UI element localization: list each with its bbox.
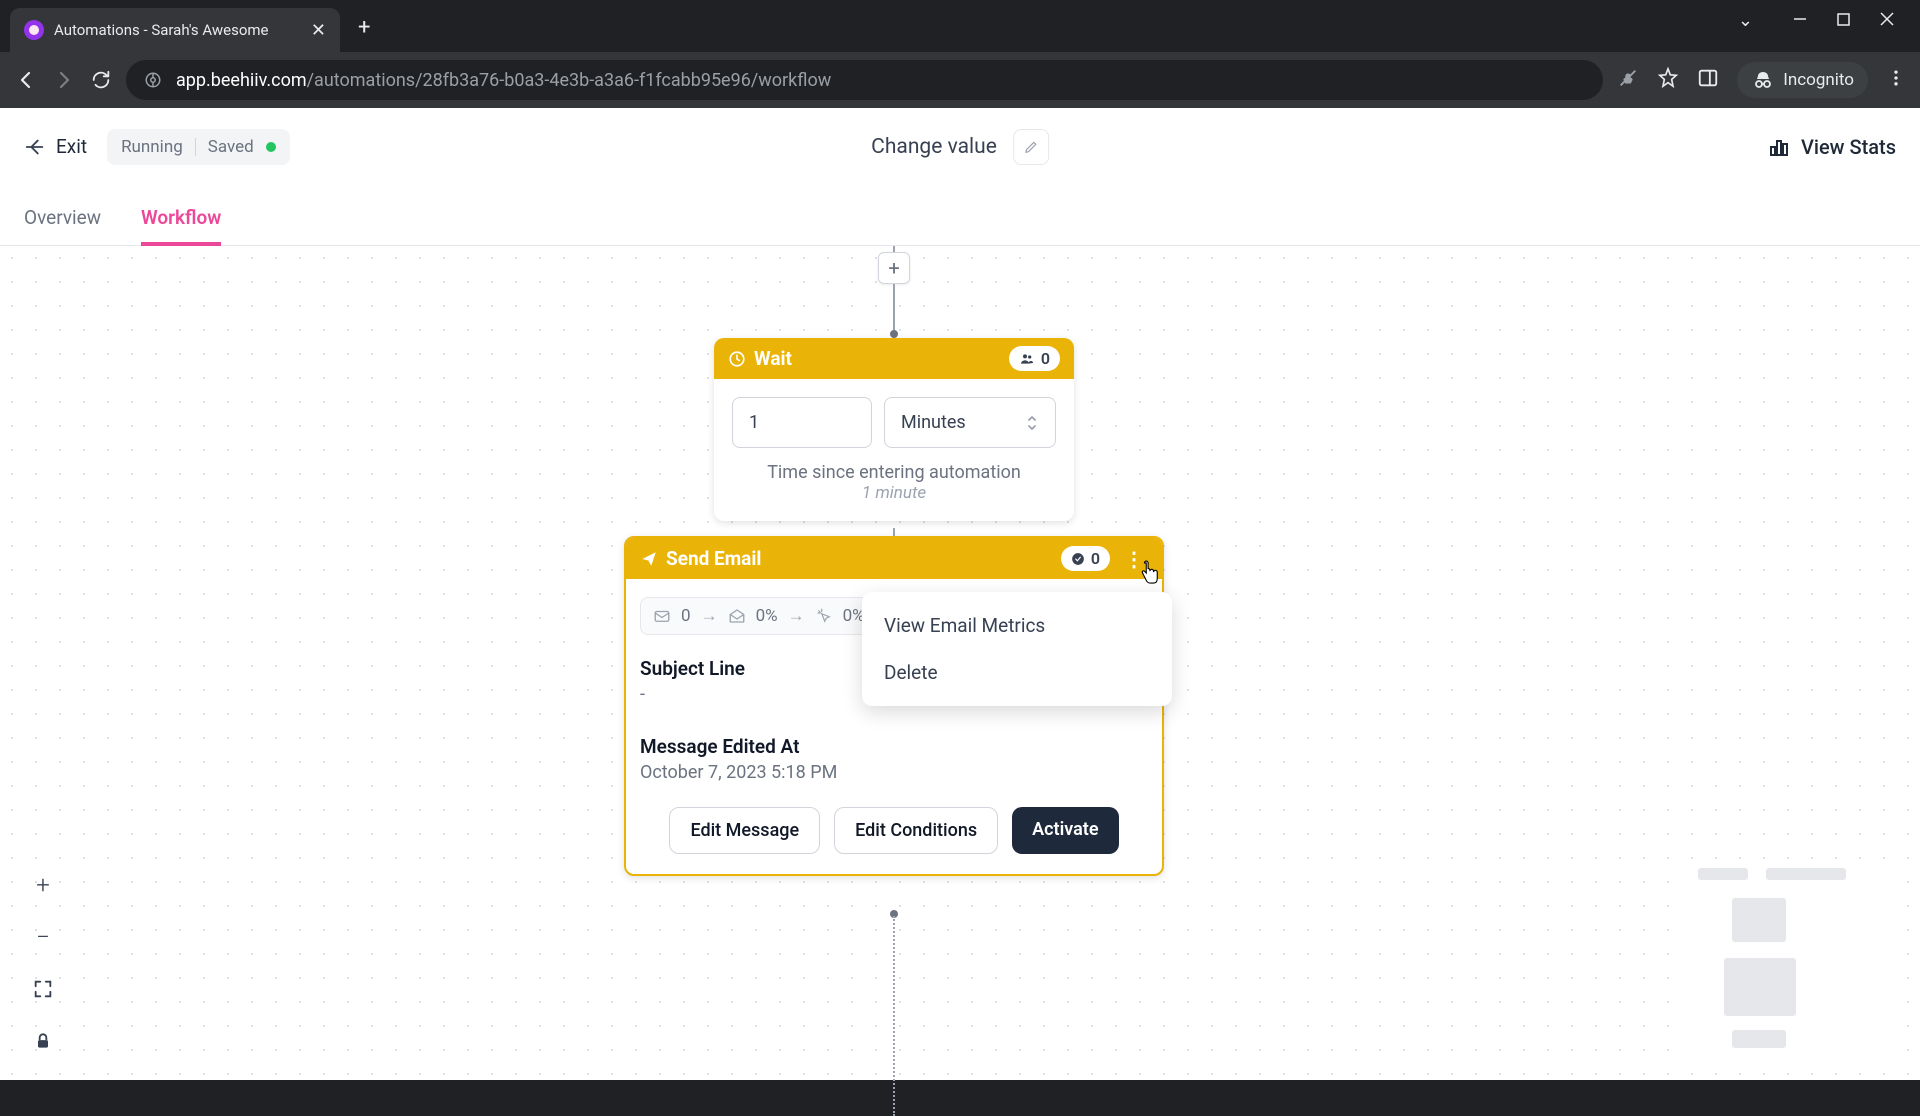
minimap-node <box>1732 1030 1786 1048</box>
edit-message-button[interactable]: Edit Message <box>669 807 820 854</box>
wait-node-title: Wait <box>754 347 792 370</box>
minimap-node <box>1698 868 1748 880</box>
edited-at-label: Message Edited At <box>640 735 1148 758</box>
incognito-label: Incognito <box>1783 70 1854 90</box>
minimap-node <box>1724 958 1796 1016</box>
wait-node[interactable]: Wait 0 1 Minutes Time since entering aut… <box>714 338 1074 521</box>
node-connector-dot <box>890 330 898 338</box>
tab-favicon <box>24 20 44 40</box>
exit-button[interactable]: Exit <box>24 135 87 158</box>
bookmark-icon[interactable] <box>1657 67 1679 93</box>
back-button[interactable] <box>14 68 38 92</box>
minimap-node <box>1732 898 1786 942</box>
arrow-icon: → <box>701 606 718 626</box>
connector-line <box>893 284 895 334</box>
zoom-out-button[interactable]: − <box>24 918 62 956</box>
new-tab-button[interactable]: + <box>358 15 370 40</box>
wait-unit-value: Minutes <box>901 412 966 433</box>
arrow-left-icon <box>24 136 46 158</box>
wait-detail: 1 minute <box>732 483 1056 503</box>
status-pill: Running Saved <box>107 129 290 165</box>
status-divider <box>195 138 196 156</box>
envelope-open-icon <box>728 607 746 625</box>
reload-button[interactable] <box>90 69 112 91</box>
incognito-indicator[interactable]: Incognito <box>1737 62 1868 98</box>
close-tab-icon[interactable]: ✕ <box>311 20 326 41</box>
arrow-icon: → <box>788 606 805 626</box>
email-more-button[interactable]: ⋮ <box>1120 547 1148 571</box>
edit-title-button[interactable] <box>1013 129 1049 165</box>
url-text: app.beehiiv.com/automations/28fb3a76-b0a… <box>176 70 1585 91</box>
email-metrics-row[interactable]: 0 → 0% → 0% <box>640 597 880 635</box>
metric-open: 0% <box>756 606 778 626</box>
address-bar[interactable]: app.beehiiv.com/automations/28fb3a76-b0a… <box>126 60 1603 100</box>
minimap-node <box>1766 868 1846 880</box>
workflow-canvas[interactable]: + Wait 0 1 Minutes <box>0 246 1920 1080</box>
menu-delete[interactable]: Delete <box>862 649 1172 696</box>
bar-chart-icon <box>1767 135 1791 159</box>
edit-conditions-button[interactable]: Edit Conditions <box>834 807 998 854</box>
edited-at-value: October 7, 2023 5:18 PM <box>640 762 1148 783</box>
exit-label: Exit <box>56 135 87 158</box>
minimap[interactable] <box>1670 860 1900 1060</box>
send-icon <box>640 550 658 568</box>
wait-description: Time since entering automation <box>732 462 1056 483</box>
email-node-title: Send Email <box>666 547 761 570</box>
tab-overview[interactable]: Overview <box>24 206 101 245</box>
side-panel-icon[interactable] <box>1697 67 1719 93</box>
extensions-blocked-icon[interactable] <box>1617 67 1639 93</box>
page-title: Change value <box>871 135 997 159</box>
connector-dotted <box>893 916 895 1116</box>
minimize-button[interactable] <box>1793 11 1807 30</box>
tab-search-icon[interactable]: ⌄ <box>1738 10 1753 31</box>
zoom-in-button[interactable]: + <box>24 866 62 904</box>
send-email-node[interactable]: Send Email 0 ⋮ 0 → 0% → <box>624 536 1164 876</box>
wait-count: 0 <box>1041 349 1050 368</box>
incognito-icon <box>1751 68 1775 92</box>
tab-workflow[interactable]: Workflow <box>141 206 221 245</box>
view-stats-label: View Stats <box>1801 135 1896 159</box>
clock-icon <box>728 350 746 368</box>
lock-button[interactable] <box>24 1022 62 1060</box>
stepper-icon <box>1025 414 1039 432</box>
check-circle-icon <box>1071 552 1085 566</box>
browser-menu-icon[interactable] <box>1886 68 1906 92</box>
close-window-button[interactable] <box>1880 11 1894 30</box>
envelope-icon <box>653 607 671 625</box>
cursor-click-icon <box>815 607 833 625</box>
users-icon <box>1019 351 1035 367</box>
email-count: 0 <box>1091 549 1100 568</box>
email-context-menu: View Email Metrics Delete <box>862 592 1172 706</box>
maximize-button[interactable] <box>1837 11 1850 30</box>
site-info-icon[interactable] <box>144 71 162 89</box>
wait-duration-input[interactable]: 1 <box>732 397 872 448</box>
forward-button[interactable] <box>52 68 76 92</box>
metric-sent: 0 <box>681 606 691 626</box>
activate-button[interactable]: Activate <box>1012 807 1118 854</box>
status-saved: Saved <box>208 137 254 157</box>
tab-title: Automations - Sarah's Awesome <box>54 21 301 39</box>
add-step-button[interactable]: + <box>878 252 910 284</box>
wait-unit-select[interactable]: Minutes <box>884 397 1056 448</box>
email-count-badge[interactable]: 0 <box>1061 546 1110 571</box>
wait-count-badge[interactable]: 0 <box>1009 346 1060 371</box>
saved-indicator-dot <box>266 142 276 152</box>
view-stats-button[interactable]: View Stats <box>1767 135 1896 159</box>
browser-tab[interactable]: Automations - Sarah's Awesome ✕ <box>10 8 340 52</box>
menu-view-metrics[interactable]: View Email Metrics <box>862 602 1172 649</box>
pencil-icon <box>1023 139 1039 155</box>
fit-view-button[interactable] <box>24 970 62 1008</box>
status-running: Running <box>121 137 183 157</box>
